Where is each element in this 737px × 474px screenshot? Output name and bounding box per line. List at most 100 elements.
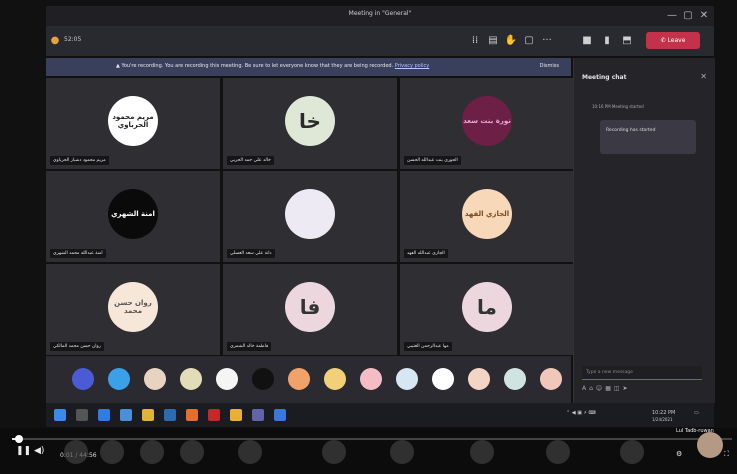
- strip-participant-avatar[interactable]: [432, 368, 454, 390]
- start-icon[interactable]: [54, 409, 66, 421]
- recording-banner: ▲ You're recording. You are recording th…: [46, 58, 571, 76]
- participant-avatar: [285, 189, 335, 239]
- chat-message-text: Recording has started: [606, 128, 656, 133]
- window-titlebar: Meeting in "General" — ▢ ✕: [46, 6, 714, 26]
- share-screen-icon[interactable]: ⬒: [620, 34, 634, 48]
- close-window-button[interactable]: ✕: [696, 8, 712, 24]
- strip-participant-avatar[interactable]: [216, 368, 238, 390]
- taskbar-date: 1/24/2021: [652, 417, 673, 422]
- participant-avatar: ما: [462, 282, 512, 332]
- participant-tile[interactable]: دانة علي سعد العسلي: [223, 171, 397, 262]
- video-player-controls: ❚❚ ◀) 0:01 / 44:56 ⚙ ⛶: [0, 428, 737, 474]
- maximize-button[interactable]: ▢: [680, 8, 696, 24]
- strip-participant-avatar[interactable]: [468, 368, 490, 390]
- strip-participant-avatar[interactable]: [288, 368, 310, 390]
- leave-button[interactable]: ✆ Leave: [646, 32, 700, 49]
- minimize-button[interactable]: —: [664, 8, 680, 24]
- participant-avatar: فا: [285, 282, 335, 332]
- settings-icon[interactable]: ⚙: [676, 450, 682, 458]
- shield-icon: ●: [50, 35, 60, 46]
- participant-tile[interactable]: نورة بنت سعد الجوري بنت عبدالله الحسن: [400, 78, 574, 169]
- powerpoint-icon[interactable]: [186, 409, 198, 421]
- strip-participant-avatar[interactable]: [396, 368, 418, 390]
- meeting-timer: 52:05: [64, 36, 82, 43]
- emoji-icon[interactable]: ☺: [596, 385, 605, 392]
- meeting-chat-panel: Meeting chat ✕ 10:16 PM Meeting started …: [573, 58, 715, 403]
- chat-header: Meeting chat: [582, 74, 627, 81]
- privacy-policy-link[interactable]: Privacy policy: [395, 63, 429, 69]
- bg-avatar: [64, 440, 88, 464]
- sticker-icon[interactable]: ◫: [614, 385, 623, 392]
- participant-tile[interactable]: روان حسن محمد روان حسن محمد المالكي: [46, 264, 220, 355]
- participant-tile[interactable]: خا خالد علي حمد الحربي: [223, 78, 397, 169]
- taskbar-clock: 10:22 PM: [652, 410, 676, 416]
- progress-knob[interactable]: [15, 435, 24, 443]
- pdf-icon[interactable]: [208, 409, 220, 421]
- participant-name: الجوري بنت عبدالله الحسن: [404, 156, 461, 165]
- bg-avatar: [180, 440, 204, 464]
- video-progress-bar[interactable]: [12, 435, 732, 443]
- chat-message: Recording has started: [600, 120, 696, 154]
- presenter-pip: [697, 432, 723, 458]
- strip-participant-avatar[interactable]: [540, 368, 562, 390]
- raise-hand-icon[interactable]: ✋: [504, 34, 518, 48]
- participant-name: دانة علي سعد العسلي: [227, 249, 275, 258]
- participant-tile[interactable]: ما مها عبدالرحمن العتيبي: [400, 264, 574, 355]
- attach-icon[interactable]: ⌂: [589, 385, 596, 392]
- participant-tile[interactable]: مريم محمود الحرباوي مريم محمود دشبار الحر…: [46, 78, 220, 169]
- volume-icon[interactable]: ◀): [34, 446, 44, 456]
- microphone-icon[interactable]: ▮: [600, 34, 614, 48]
- edge-icon[interactable]: [98, 409, 110, 421]
- search-icon[interactable]: [76, 409, 88, 421]
- participant-tile[interactable]: فا فاطمة خالد الشمري: [223, 264, 397, 355]
- strip-participant-avatar[interactable]: [144, 368, 166, 390]
- word-icon[interactable]: [274, 409, 286, 421]
- close-chat-icon[interactable]: ✕: [700, 72, 707, 81]
- strip-participant-avatar[interactable]: [252, 368, 274, 390]
- camera-icon[interactable]: ■: [580, 34, 594, 48]
- more-actions-icon[interactable]: ···: [540, 34, 554, 48]
- participant-name: خالد علي حمد الحربي: [227, 156, 274, 165]
- chrome-icon[interactable]: [230, 409, 242, 421]
- photos-icon[interactable]: [164, 409, 176, 421]
- participant-avatar: الجازي الفهد: [462, 189, 512, 239]
- strip-participant-avatar[interactable]: [504, 368, 526, 390]
- participant-avatar: خا: [285, 96, 335, 146]
- gif-icon[interactable]: ▦: [605, 385, 614, 392]
- bg-avatar: [546, 440, 570, 464]
- mail-icon[interactable]: [120, 409, 132, 421]
- play-pause-icon[interactable]: ❚❚: [16, 446, 31, 456]
- participant-name: الجازي عبدالله الفهد: [404, 249, 448, 258]
- video-grid: مريم محمود الحرباوي مريم محمود دشبار الحر…: [46, 78, 574, 355]
- participants-icon[interactable]: ⁞⁞: [468, 34, 482, 48]
- rooms-icon[interactable]: ▢: [522, 34, 536, 48]
- dismiss-button[interactable]: Dismiss: [540, 63, 559, 69]
- compose-tools: A⌂☺▦◫➤: [582, 385, 631, 392]
- send-icon[interactable]: ➤: [623, 385, 631, 392]
- recording-text: You're recording. You are recording this…: [121, 63, 394, 69]
- participant-tile[interactable]: امنة الشهري امنة عبدالله محمد الشهري: [46, 171, 220, 262]
- phone-icon: ✆: [660, 37, 668, 44]
- participant-tile[interactable]: الجازي الفهد الجازي عبدالله الفهد: [400, 171, 574, 262]
- screen-recording-frame: Meeting in "General" — ▢ ✕ ● 52:05 ⁞⁞ ▤ …: [0, 0, 737, 474]
- notification-icon[interactable]: ▭: [694, 410, 699, 416]
- store-icon[interactable]: [142, 409, 154, 421]
- teams-icon[interactable]: [252, 409, 264, 421]
- chat-compose-input[interactable]: Type a new message: [582, 366, 702, 380]
- leave-label: Leave: [667, 37, 686, 44]
- chat-meta: 10:16 PM Meeting started: [592, 104, 644, 109]
- fullscreen-icon[interactable]: ⛶: [724, 450, 729, 459]
- strip-participant-avatar[interactable]: [324, 368, 346, 390]
- chat-icon[interactable]: ▤: [486, 34, 500, 48]
- strip-participant-avatar[interactable]: [180, 368, 202, 390]
- strip-participant-avatar[interactable]: [72, 368, 94, 390]
- windows-taskbar: ⌃ ◀ ▣ ⚡ ⌨ 10:22 PM 1/24/2021 ▭: [46, 403, 714, 427]
- strip-participant-avatar[interactable]: [108, 368, 130, 390]
- tray-icons[interactable]: ⌃ ◀ ▣ ⚡ ⌨: [566, 410, 596, 416]
- participant-name: روان حسن محمد المالكي: [50, 342, 104, 351]
- participant-avatar: مريم محمود الحرباوي: [108, 96, 158, 146]
- recording-message: ▲ You're recording. You are recording th…: [116, 63, 429, 69]
- participant-name: فاطمة خالد الشمري: [227, 342, 272, 351]
- strip-participant-avatar[interactable]: [360, 368, 382, 390]
- participant-avatar: روان حسن محمد: [108, 282, 158, 332]
